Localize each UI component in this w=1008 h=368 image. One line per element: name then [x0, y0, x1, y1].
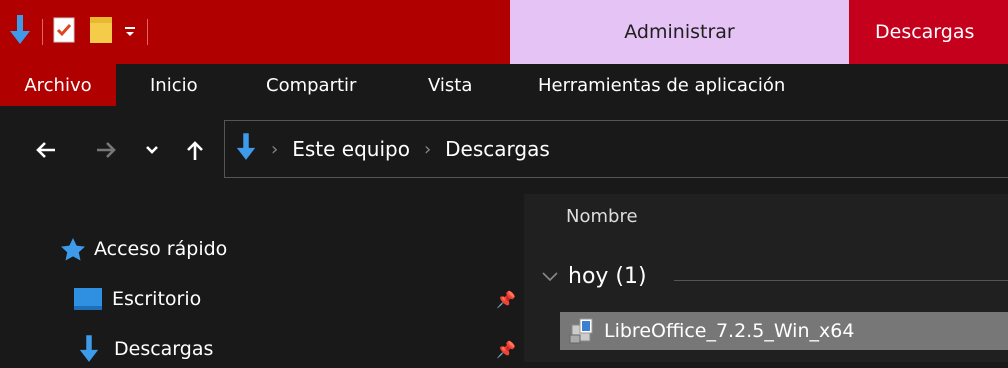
up-button[interactable]	[180, 106, 210, 194]
context-tab-administrar[interactable]: Administrar	[510, 0, 849, 64]
installer-icon	[569, 318, 593, 344]
back-button[interactable]	[28, 106, 64, 194]
nav-item-label: Acceso rápido	[94, 238, 228, 260]
group-divider	[674, 280, 1008, 281]
chevron-down-icon	[542, 271, 558, 281]
breadcrumb-este-equipo[interactable]: Este equipo	[292, 137, 410, 161]
properties-icon[interactable]	[53, 17, 75, 47]
desktop-icon	[74, 288, 102, 310]
tab-archivo[interactable]: Archivo	[0, 64, 116, 106]
quick-access-toolbar	[8, 12, 158, 52]
download-arrow-icon[interactable]	[8, 15, 32, 49]
file-row[interactable]: LibreOffice_7.2.5_Win_x64	[560, 312, 1008, 350]
ribbon-tabs: Archivo Inicio Compartir Vista Herramien…	[0, 64, 1008, 106]
breadcrumb-descargas[interactable]: Descargas	[445, 137, 550, 161]
chevron-down-icon	[146, 146, 158, 154]
nav-item-descargas[interactable]: Descargas	[78, 330, 213, 368]
forward-button[interactable]	[88, 106, 124, 194]
file-name: LibreOffice_7.2.5_Win_x64	[604, 320, 855, 342]
download-arrow-icon	[235, 133, 257, 165]
nav-item-acceso-rapido[interactable]: Acceso rápido	[60, 230, 227, 268]
tab-inicio[interactable]: Inicio	[150, 64, 198, 106]
nav-item-label: Escritorio	[112, 288, 202, 310]
navigation-pane: Acceso rápido Escritorio 📌 Descargas 📌	[0, 194, 524, 362]
up-arrow-icon	[187, 141, 203, 160]
pin-icon[interactable]: 📌	[496, 340, 516, 359]
tab-compartir[interactable]: Compartir	[266, 64, 356, 106]
tab-herramientas[interactable]: Herramientas de aplicación	[538, 64, 785, 106]
recent-locations-button[interactable]	[140, 106, 164, 194]
star-icon	[61, 238, 85, 261]
group-label: hoy (1)	[568, 264, 647, 289]
customize-toolbar-icon[interactable]	[123, 23, 137, 42]
pin-icon[interactable]: 📌	[496, 290, 516, 309]
tab-vista[interactable]: Vista	[428, 64, 472, 106]
download-arrow-icon	[79, 335, 99, 362]
file-list: Nombre hoy (1) LibreOffice_7.2.5_Win_x64	[524, 194, 1008, 362]
back-arrow-icon	[36, 142, 55, 158]
address-bar[interactable]: › Este equipo › Descargas	[224, 120, 1008, 178]
nav-item-escritorio[interactable]: Escritorio	[74, 280, 201, 318]
nav-item-label: Descargas	[114, 338, 214, 360]
column-header-nombre[interactable]: Nombre	[566, 206, 638, 227]
breadcrumb-separator: ›	[271, 138, 279, 160]
group-header[interactable]: hoy (1)	[542, 264, 647, 289]
new-folder-icon[interactable]	[89, 16, 113, 48]
toolbar-separator	[42, 19, 43, 45]
breadcrumb-separator: ›	[423, 138, 432, 160]
forward-arrow-icon	[97, 142, 116, 158]
toolbar-separator	[147, 19, 148, 45]
window-title: Descargas	[849, 0, 1008, 64]
title-bar: Administrar Descargas	[0, 0, 1008, 64]
